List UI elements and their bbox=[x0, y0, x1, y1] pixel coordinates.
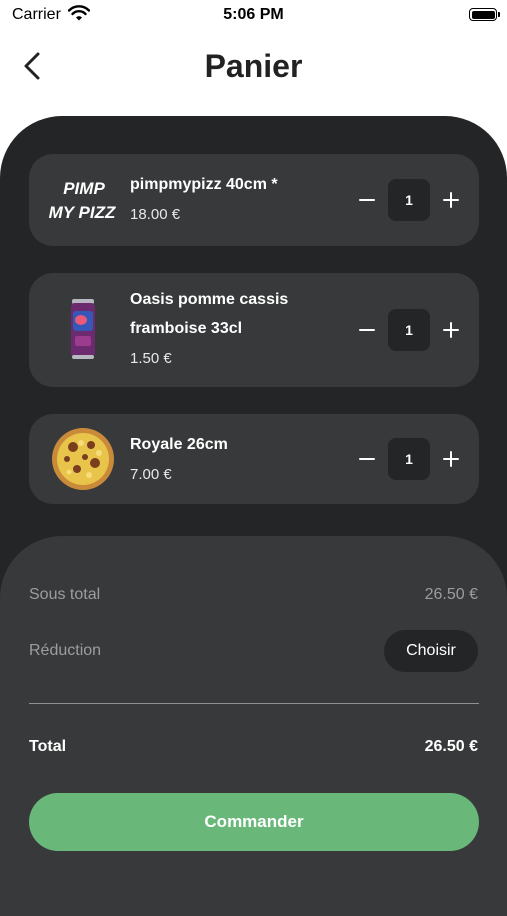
discount-label: Réduction bbox=[29, 642, 102, 659]
decrease-quantity-button[interactable] bbox=[355, 318, 379, 342]
item-name: pimpmypizz 40cm * bbox=[130, 176, 278, 193]
order-summary: Sous total 26.50 € Réduction Choisir Tot… bbox=[0, 536, 507, 916]
decrease-quantity-button[interactable] bbox=[355, 447, 379, 471]
item-name: Oasis pomme cassis framboise 33cl bbox=[130, 291, 289, 337]
divider bbox=[29, 703, 479, 704]
quantity-value: 1 bbox=[388, 309, 430, 351]
subtotal-label: Sous total bbox=[29, 586, 101, 603]
cart-item: Royale 26cm 7.00 € 1 bbox=[29, 414, 479, 504]
svg-text:PIMP: PIMP bbox=[63, 179, 105, 198]
item-price: 1.50 € bbox=[130, 350, 172, 367]
drink-can-image bbox=[43, 298, 123, 362]
choose-discount-button[interactable]: Choisir bbox=[384, 630, 478, 672]
cart-item: PIMP MY PIZZ pimpmypizz 40cm * 18.00 € 1 bbox=[29, 154, 479, 246]
pimpmypizz-logo: PIMP MY PIZZ bbox=[43, 168, 123, 232]
pizza-image bbox=[43, 427, 123, 491]
decrease-quantity-button[interactable] bbox=[355, 188, 379, 212]
increase-quantity-button[interactable] bbox=[439, 447, 463, 471]
item-price: 7.00 € bbox=[130, 466, 172, 483]
quantity-value: 1 bbox=[388, 438, 430, 480]
increase-quantity-button[interactable] bbox=[439, 188, 463, 212]
page-title: Panier bbox=[204, 48, 303, 84]
total-label: Total bbox=[29, 738, 67, 755]
svg-text:MY PIZZ: MY PIZZ bbox=[49, 203, 116, 222]
increase-quantity-button[interactable] bbox=[439, 318, 463, 342]
subtotal-value: 26.50 € bbox=[424, 586, 478, 603]
status-bar: Carrier 5:06 PM bbox=[0, 0, 507, 32]
order-button[interactable]: Commander bbox=[29, 793, 479, 851]
battery-icon bbox=[469, 8, 500, 21]
nav-bar: Panier bbox=[0, 36, 507, 96]
clock: 5:06 PM bbox=[223, 6, 284, 23]
total-value: 26.50 € bbox=[424, 738, 478, 755]
cart-item: Oasis pomme cassis framboise 33cl 1.50 €… bbox=[29, 273, 479, 387]
quantity-value: 1 bbox=[388, 179, 430, 221]
item-name: Royale 26cm bbox=[130, 436, 228, 453]
item-price: 18.00 € bbox=[130, 206, 181, 223]
